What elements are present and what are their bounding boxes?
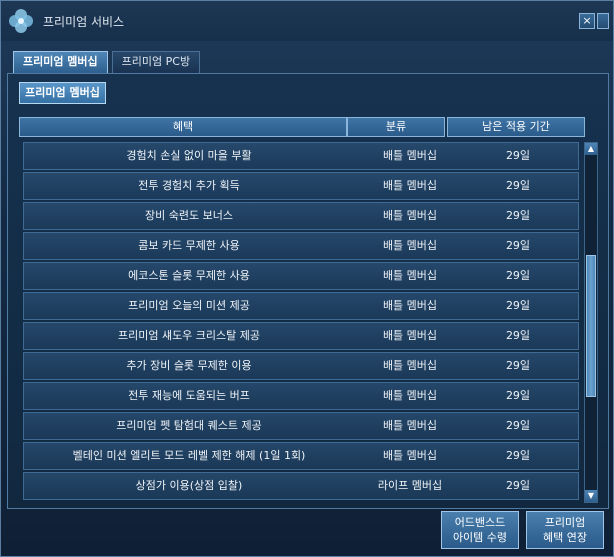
advanced-item-claim-button[interactable]: 어드밴스드 아이템 수령 [441,511,519,549]
remaining-cell: 29일 [505,149,531,162]
benefit-cell: 상점가 이용(상점 입찰) [135,479,243,492]
category-cell: 배틀 멤버십 [382,419,438,432]
category-cell: 배틀 멤버십 [382,299,438,312]
benefit-cell: 추가 장비 슬롯 무제한 이용 [126,359,252,372]
remaining-cell: 29일 [505,299,531,312]
category-cell: 배틀 멤버십 [382,239,438,252]
benefit-cell: 경험치 손실 없이 마을 부활 [126,149,252,162]
category-cell: 배틀 멤버십 [382,209,438,222]
main-tabs: 프리미엄 멤버십 프리미엄 PC방 [13,51,204,73]
scroll-thumb[interactable] [586,255,596,397]
table-row[interactable]: 장비 숙련도 보너스 배틀 멤버십 29일 [23,202,579,230]
clover-logo-icon [9,9,33,33]
table-row[interactable]: 벨테인 미션 엘리트 모드 레벨 제한 해제 (1일 1회) 배틀 멤버십 29… [23,442,579,470]
table-row[interactable]: 전투 경험치 추가 획득 배틀 멤버십 29일 [23,172,579,200]
benefit-cell: 전투 재능에 도움되는 버프 [128,389,250,402]
button-label-line2: 아이템 수령 [452,531,508,544]
table-row[interactable]: 프리미엄 오늘의 미션 제공 배틀 멤버십 29일 [23,292,579,320]
category-cell: 배틀 멤버십 [382,449,438,462]
remaining-cell: 29일 [505,389,531,402]
resize-handle[interactable] [597,13,609,29]
remaining-cell: 29일 [505,359,531,372]
tab-premium-pc-room[interactable]: 프리미엄 PC방 [111,51,201,73]
tab-premium-membership[interactable]: 프리미엄 멤버십 [13,51,108,73]
benefit-cell: 콤보 카드 무제한 사용 [138,239,240,252]
table-row[interactable]: 상점가 이용(상점 입찰) 라이프 멤버십 29일 [23,472,579,500]
premium-service-window: 프리미엄 서비스 × 프리미엄 멤버십 프리미엄 PC방 프리미엄 멤버십 혜택… [0,0,614,557]
vertical-scrollbar[interactable]: ▲ ▼ [584,142,598,503]
benefit-cell: 전투 경험치 추가 획득 [138,179,240,192]
button-label-line1: 프리미엄 [544,516,586,529]
category-cell: 배틀 멤버십 [382,359,438,372]
category-cell: 배틀 멤버십 [382,179,438,192]
benefit-cell: 프리미엄 오늘의 미션 제공 [128,299,250,312]
table-row[interactable]: 콤보 카드 무제한 사용 배틀 멤버십 29일 [23,232,579,260]
benefit-cell: 에코스톤 슬롯 무제한 사용 [128,269,250,282]
remaining-cell: 29일 [505,419,531,432]
button-label-line2: 혜택 연장 [543,531,587,544]
benefit-cell: 벨테인 미션 엘리트 모드 레벨 제한 해제 (1일 1회) [72,449,306,462]
category-cell: 배틀 멤버십 [382,329,438,342]
window-title: 프리미엄 서비스 [43,15,125,29]
remaining-cell: 29일 [505,329,531,342]
title-bar[interactable]: 프리미엄 서비스 × [1,1,613,41]
remaining-cell: 29일 [505,449,531,462]
header-category[interactable]: 분류 [347,117,445,137]
benefit-cell: 프리미엄 섀도우 크리스탈 제공 [117,329,261,342]
scroll-up-icon[interactable]: ▲ [585,143,597,155]
table-row[interactable]: 프리미엄 펫 탐험대 퀘스트 제공 배틀 멤버십 29일 [23,412,579,440]
header-remaining[interactable]: 남은 적용 기간 [447,117,585,137]
table-row[interactable]: 경험치 손실 없이 마을 부활 배틀 멤버십 29일 [23,142,579,170]
extend-premium-button[interactable]: 프리미엄 혜택 연장 [526,511,604,549]
subtab-premium-membership[interactable]: 프리미엄 멤버십 [19,82,106,104]
remaining-cell: 29일 [505,479,531,492]
table-row[interactable]: 추가 장비 슬롯 무제한 이용 배틀 멤버십 29일 [23,352,579,380]
table-row[interactable]: 에코스톤 슬롯 무제한 사용 배틀 멤버십 29일 [23,262,579,290]
close-button[interactable]: × [579,13,595,29]
benefit-list: 경험치 손실 없이 마을 부활 배틀 멤버십 29일 전투 경험치 추가 획득 … [23,142,579,502]
remaining-cell: 29일 [505,239,531,252]
table-row[interactable]: 프리미엄 섀도우 크리스탈 제공 배틀 멤버십 29일 [23,322,579,350]
category-cell: 배틀 멤버십 [382,389,438,402]
remaining-cell: 29일 [505,269,531,282]
remaining-cell: 29일 [505,209,531,222]
scroll-down-icon[interactable]: ▼ [585,490,597,502]
header-benefit[interactable]: 혜택 [19,117,347,137]
benefit-cell: 장비 숙련도 보너스 [145,209,233,222]
remaining-cell: 29일 [505,179,531,192]
category-cell: 라이프 멤버십 [377,479,443,492]
category-cell: 배틀 멤버십 [382,149,438,162]
category-cell: 배틀 멤버십 [382,269,438,282]
button-label-line1: 어드밴스드 [454,516,506,529]
table-row[interactable]: 전투 재능에 도움되는 버프 배틀 멤버십 29일 [23,382,579,410]
benefit-cell: 프리미엄 펫 탐험대 퀘스트 제공 [116,419,262,432]
